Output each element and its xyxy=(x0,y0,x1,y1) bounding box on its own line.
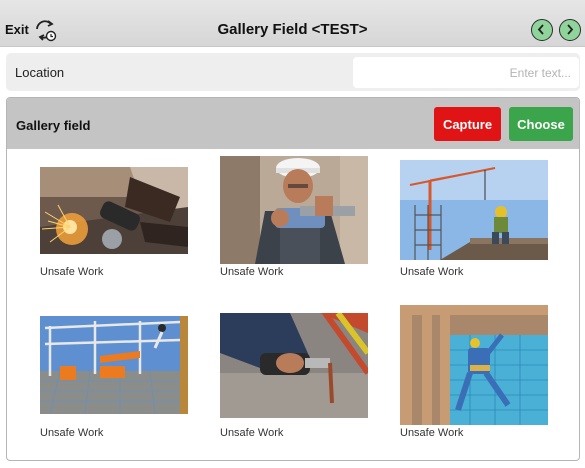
gallery-field: Gallery field Capture Choose Unsafe Work xyxy=(6,97,580,461)
capture-button[interactable]: Capture xyxy=(434,107,501,141)
next-button[interactable] xyxy=(559,19,581,41)
thumbnail-label: Unsafe Work xyxy=(40,266,104,278)
thumbnail-label: Unsafe Work xyxy=(40,427,104,439)
gallery-thumbnail[interactable] xyxy=(220,156,368,264)
previous-button[interactable] xyxy=(531,19,553,41)
location-label: Location xyxy=(15,65,65,80)
top-bar: Exit Gallery Field <TEST> xyxy=(0,0,585,47)
choose-button[interactable]: Choose xyxy=(509,107,573,141)
thumbnail-label: Unsafe Work xyxy=(220,266,284,278)
chevron-right-icon xyxy=(567,24,574,35)
thumbnail-label: Unsafe Work xyxy=(220,427,284,439)
thumbnail-label: Unsafe Work xyxy=(400,266,464,278)
gallery-title: Gallery field xyxy=(16,118,91,133)
location-input[interactable] xyxy=(353,57,579,88)
location-row: Location xyxy=(6,53,580,91)
page-title: Gallery Field <TEST> xyxy=(217,21,368,38)
gallery-thumbnail[interactable] xyxy=(40,167,188,254)
gallery-thumbnail[interactable] xyxy=(220,313,368,418)
chevron-left-icon xyxy=(537,24,544,35)
gallery-thumbnail[interactable] xyxy=(400,305,548,425)
gallery-header: Gallery field Capture Choose xyxy=(7,98,579,149)
gallery-thumbnail[interactable] xyxy=(40,316,188,414)
gallery-thumbnail[interactable] xyxy=(400,160,548,260)
thumbnail-label: Unsafe Work xyxy=(400,427,464,439)
